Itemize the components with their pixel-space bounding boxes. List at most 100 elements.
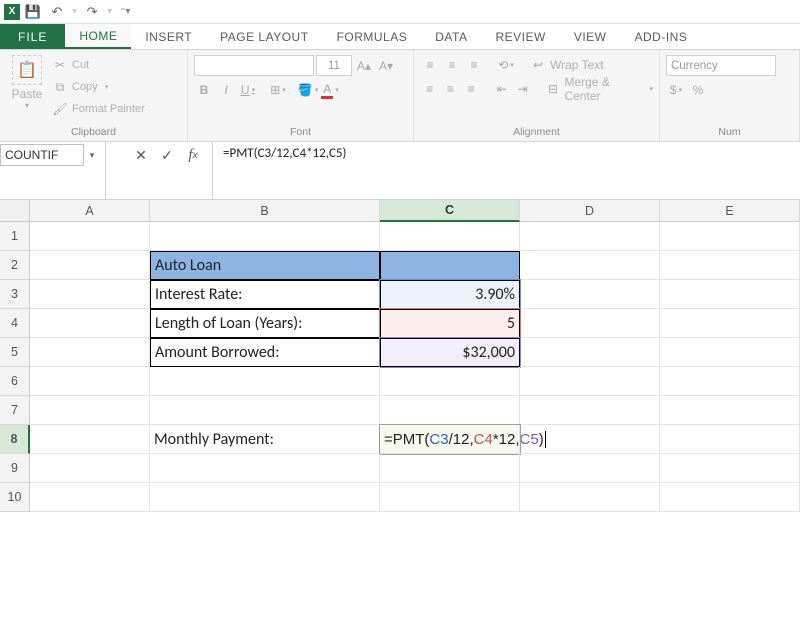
border-button[interactable]: ⊞ <box>268 80 288 100</box>
cell-A8[interactable] <box>30 425 150 454</box>
cell-C1[interactable] <box>380 222 520 251</box>
cell-A6[interactable] <box>30 367 150 396</box>
cell-C4[interactable]: 5 <box>380 309 520 338</box>
merge-center-button[interactable]: ⊟Merge & Center <box>546 79 653 99</box>
cell-B6[interactable] <box>150 367 380 396</box>
spreadsheet-grid[interactable]: ABCDE 12345678910 Auto LoanInterest Rate… <box>0 200 800 639</box>
font-name-combo[interactable] <box>194 55 314 76</box>
cell-A9[interactable] <box>30 454 150 483</box>
row-header-7[interactable]: 7 <box>0 396 30 425</box>
cell-A1[interactable] <box>30 222 150 251</box>
cell-C8[interactable]: =PMT(C3/12,C4*12,C5) <box>380 425 520 454</box>
cell-B2[interactable]: Auto Loan <box>150 251 380 280</box>
insert-function-button[interactable]: fx <box>180 144 206 166</box>
cell-D2[interactable] <box>520 251 660 280</box>
cell-B7[interactable] <box>150 396 380 425</box>
cell-B10[interactable] <box>150 483 380 512</box>
font-size-combo[interactable]: 11 <box>316 55 352 76</box>
cell-E1[interactable] <box>660 222 800 251</box>
font-color-button[interactable]: A <box>320 80 340 100</box>
cell-C7[interactable] <box>380 396 520 425</box>
cell-B1[interactable] <box>150 222 380 251</box>
col-header-B[interactable]: B <box>150 200 380 222</box>
tab-review[interactable]: REVIEW <box>481 24 559 49</box>
increase-indent-button[interactable]: ⇥ <box>513 79 532 99</box>
cancel-formula-button[interactable]: ✕ <box>128 144 154 166</box>
cell-D3[interactable] <box>520 280 660 309</box>
col-header-D[interactable]: D <box>520 200 660 222</box>
tab-add-ins[interactable]: ADD-INS <box>621 24 702 49</box>
cell-C6[interactable] <box>380 367 520 396</box>
decrease-indent-button[interactable]: ⇤ <box>492 79 511 99</box>
cell-D4[interactable] <box>520 309 660 338</box>
col-header-A[interactable]: A <box>30 200 150 222</box>
cell-C5[interactable]: $32,000 <box>380 338 520 367</box>
cell-D5[interactable] <box>520 338 660 367</box>
row-header-9[interactable]: 9 <box>0 454 30 483</box>
qat-undo-dropdown[interactable]: ▾ <box>72 6 77 17</box>
format-painter-button[interactable]: 🖌Format Painter <box>52 99 145 119</box>
cell-E2[interactable] <box>660 251 800 280</box>
bold-button[interactable]: B <box>194 80 214 100</box>
cell-D9[interactable] <box>520 454 660 483</box>
align-right-button[interactable]: ≡ <box>462 79 481 99</box>
row-header-2[interactable]: 2 <box>0 251 30 280</box>
underline-button[interactable]: U <box>238 80 258 100</box>
tab-insert[interactable]: INSERT <box>131 24 206 49</box>
col-header-E[interactable]: E <box>660 200 800 222</box>
cell-D6[interactable] <box>520 367 660 396</box>
name-box[interactable] <box>0 144 84 166</box>
align-left-button[interactable]: ≡ <box>420 79 439 99</box>
align-bottom-button[interactable]: ≡ <box>464 55 484 75</box>
cell-C10[interactable] <box>380 483 520 512</box>
cell-E6[interactable] <box>660 367 800 396</box>
row-header-8[interactable]: 8 <box>0 425 30 454</box>
increase-font-button[interactable]: A▴ <box>354 56 374 76</box>
align-center-button[interactable]: ≡ <box>441 79 460 99</box>
number-format-combo[interactable]: Currency <box>666 55 776 76</box>
italic-button[interactable]: I <box>216 80 236 100</box>
cell-B3[interactable]: Interest Rate: <box>150 280 380 309</box>
row-header-5[interactable]: 5 <box>0 338 30 367</box>
cell-E9[interactable] <box>660 454 800 483</box>
tab-formulas[interactable]: FORMULAS <box>323 24 422 49</box>
tab-page-layout[interactable]: PAGE LAYOUT <box>206 24 322 49</box>
row-header-10[interactable]: 10 <box>0 483 30 512</box>
orientation-button[interactable]: ⟲ <box>496 55 516 75</box>
cell-A3[interactable] <box>30 280 150 309</box>
cell-B9[interactable] <box>150 454 380 483</box>
cell-C3[interactable]: 3.90% <box>380 280 520 309</box>
row-header-1[interactable]: 1 <box>0 222 30 251</box>
qat-redo-button[interactable]: ↷ <box>81 2 103 22</box>
qat-undo-button[interactable]: ↶ <box>46 2 68 22</box>
align-top-button[interactable]: ≡ <box>420 55 440 75</box>
col-header-C[interactable]: C <box>380 200 520 222</box>
qat-redo-dropdown[interactable]: ▾ <box>107 6 112 17</box>
cell-D8[interactable] <box>520 425 660 454</box>
row-header-6[interactable]: 6 <box>0 367 30 396</box>
cell-C2[interactable] <box>380 251 520 280</box>
cell-A7[interactable] <box>30 396 150 425</box>
copy-button[interactable]: ⧉Copy▾ <box>52 77 145 97</box>
cell-D10[interactable] <box>520 483 660 512</box>
qat-save-button[interactable]: 💾 <box>22 2 44 22</box>
cell-B4[interactable]: Length of Loan (Years): <box>150 309 380 338</box>
tab-file[interactable]: FILE <box>0 24 65 49</box>
decrease-font-button[interactable]: A▾ <box>376 56 396 76</box>
cut-button[interactable]: ✂Cut <box>52 55 145 75</box>
cell-A2[interactable] <box>30 251 150 280</box>
cell-B5[interactable]: Amount Borrowed: <box>150 338 380 367</box>
select-all-corner[interactable] <box>0 200 30 222</box>
cell-D1[interactable] <box>520 222 660 251</box>
tab-home[interactable]: HOME <box>65 24 131 49</box>
cell-E4[interactable] <box>660 309 800 338</box>
currency-button[interactable]: $ <box>666 80 686 100</box>
cell-E5[interactable] <box>660 338 800 367</box>
paste-button[interactable]: 📋 Paste ▾ <box>6 53 48 110</box>
cell-A10[interactable] <box>30 483 150 512</box>
cell-A5[interactable] <box>30 338 150 367</box>
align-middle-button[interactable]: ≡ <box>442 55 462 75</box>
row-header-3[interactable]: 3 <box>0 280 30 309</box>
qat-customize[interactable]: ⁼▾ <box>120 6 130 17</box>
cell-E7[interactable] <box>660 396 800 425</box>
